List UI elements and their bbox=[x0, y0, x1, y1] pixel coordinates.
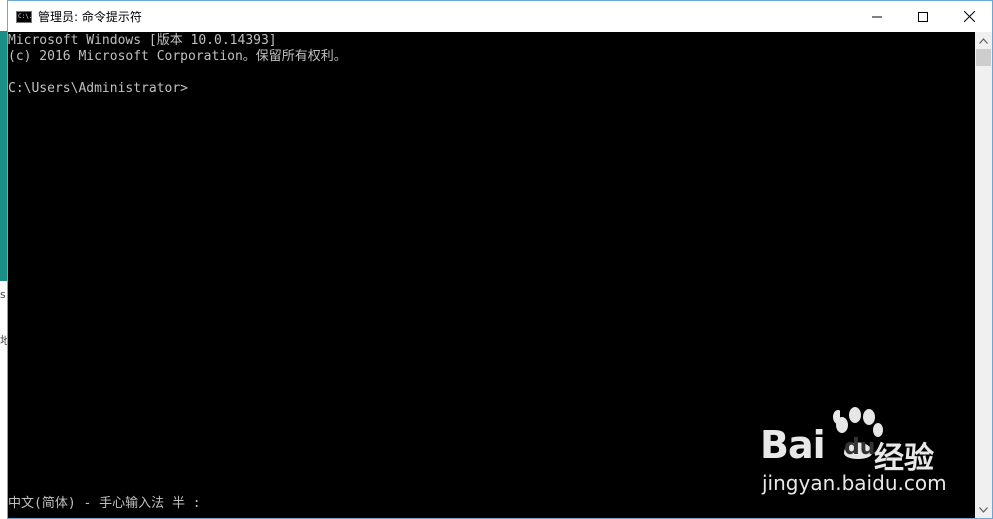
console-app-icon[interactable]: C:\. bbox=[16, 10, 32, 23]
window-title: 管理员: 命令提示符 bbox=[38, 10, 142, 24]
screen: s 地 C:\. 管理员: 命令提示符 Microsoft Windows [版… bbox=[0, 0, 993, 519]
minimize-button[interactable] bbox=[854, 1, 900, 32]
console-line: (c) 2016 Microsoft Corporation。保留所有权利。 bbox=[8, 49, 347, 64]
baidu-jingyan-watermark: Bai du 经验 jingyan.baidu.com bbox=[760, 405, 950, 500]
chevron-up-icon bbox=[979, 37, 988, 44]
close-button[interactable] bbox=[946, 1, 992, 32]
title-bar[interactable]: C:\. 管理员: 命令提示符 bbox=[8, 1, 992, 32]
desktop-text-fragment: s bbox=[0, 288, 6, 301]
watermark-logo-text-2: du bbox=[844, 435, 876, 460]
maximize-icon bbox=[918, 11, 928, 22]
desktop-text-fragment: 地 bbox=[0, 334, 7, 347]
ime-status-bar: 中文(简体) - 手心输入法 半 : bbox=[8, 496, 201, 511]
maximize-button[interactable] bbox=[900, 1, 946, 32]
watermark-url: jingyan.baidu.com bbox=[762, 471, 947, 495]
scroll-up-button[interactable] bbox=[975, 32, 992, 49]
window-controls bbox=[854, 1, 992, 32]
close-icon bbox=[963, 11, 975, 22]
watermark-logo-text: Bai bbox=[760, 423, 826, 467]
console-line: Microsoft Windows [版本 10.0.14393] bbox=[8, 33, 277, 48]
chevron-down-icon bbox=[979, 506, 988, 513]
vertical-scrollbar[interactable] bbox=[975, 32, 992, 518]
scroll-thumb[interactable] bbox=[976, 49, 991, 66]
desktop-window-edge bbox=[0, 31, 7, 281]
command-prompt-line[interactable]: C:\Users\Administrator> bbox=[8, 81, 188, 97]
scroll-down-button[interactable] bbox=[975, 501, 992, 518]
minimize-icon bbox=[872, 16, 882, 17]
